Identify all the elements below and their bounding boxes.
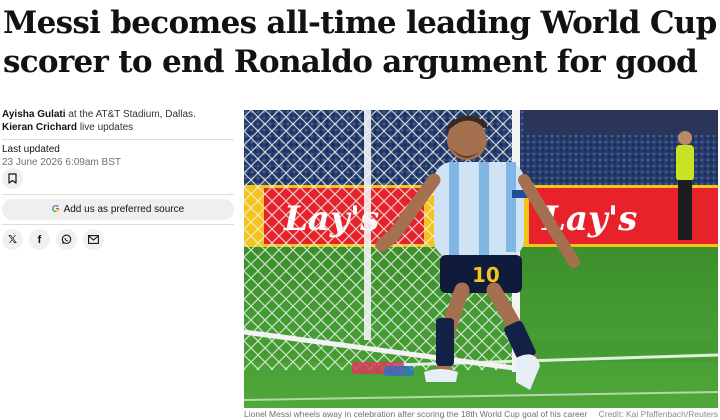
divider xyxy=(2,224,234,225)
bookmark-button[interactable] xyxy=(2,168,23,189)
article-headline: Messi becomes all-time leading World Cup… xyxy=(3,5,717,80)
divider xyxy=(2,194,234,195)
whatsapp-icon xyxy=(61,234,72,245)
byline-1: Ayisha Gulati at the AT&T Stadium, Dalla… xyxy=(2,108,234,121)
google-g-icon: G xyxy=(51,204,60,215)
bookmark-icon xyxy=(8,173,17,184)
preferred-source-label: Add us as preferred source xyxy=(63,204,185,215)
author-detail: live updates xyxy=(79,122,134,133)
byline-2: Kieran Crichard live updates xyxy=(2,121,234,134)
photo-credit: Credit: Kai Pfaffenbach/Reuters xyxy=(598,409,718,419)
author-name[interactable]: Ayisha Gulati xyxy=(2,109,66,120)
caption-text: Lionel Messi wheels away in celebration … xyxy=(244,409,588,419)
share-x-button[interactable]: 𝕏 xyxy=(2,229,23,250)
share-email-button[interactable] xyxy=(83,229,104,250)
share-whatsapp-button[interactable] xyxy=(56,229,77,250)
divider xyxy=(2,139,234,140)
share-buttons: 𝕏 f xyxy=(2,229,104,250)
article-meta: Ayisha Gulati at the AT&T Stadium, Dalla… xyxy=(2,108,234,169)
photo-illustration: Lay's Lay's 10 xyxy=(244,110,718,408)
x-icon: 𝕏 xyxy=(8,234,17,246)
article-photo[interactable]: Lay's Lay's 10 xyxy=(244,110,718,408)
photo-caption: Lionel Messi wheels away in celebration … xyxy=(244,409,718,419)
author-name[interactable]: Kieran Crichard xyxy=(2,122,77,133)
preferred-source-button[interactable]: G Add us as preferred source xyxy=(2,199,234,220)
updated-date: 23 June 2026 6:09am BST xyxy=(2,157,121,168)
email-icon xyxy=(88,235,99,244)
author-detail: at the AT&T Stadium, Dallas. xyxy=(68,109,196,120)
share-facebook-button[interactable]: f xyxy=(29,229,50,250)
updated-label: Last updated xyxy=(2,144,60,155)
facebook-icon: f xyxy=(37,233,42,246)
